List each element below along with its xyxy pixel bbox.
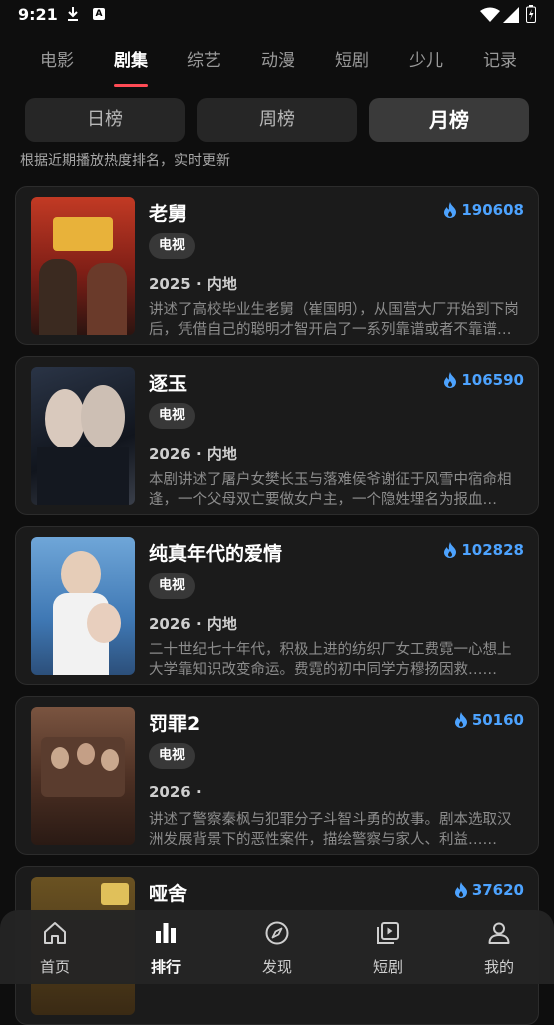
flame-icon (444, 202, 457, 218)
year-region: 2025 · 内地 (149, 275, 237, 293)
status-bar: 9:21 A (0, 0, 554, 30)
item-description: 讲述了警察秦枫与犯罪分子斗智斗勇的故事。剧本选取汉洲发展背景下的恶性案件，描绘警… (149, 812, 512, 848)
item-title: 罚罪2 (149, 713, 201, 735)
ranking-card[interactable]: 罚罪2 50160 电视 2026 · 讲述了警察秦枫与犯罪分子斗智斗勇的故事。… (15, 696, 539, 855)
heat-value: 37620 (471, 881, 524, 899)
signal-icon (503, 7, 519, 23)
tab-variety[interactable]: 综艺 (174, 46, 234, 71)
tab-short-drama[interactable]: 短剧 (322, 46, 382, 71)
active-tab-indicator (114, 84, 148, 87)
ranking-card[interactable]: 逐玉 106590 电视 2026 · 内地 本剧讲述了屠户女樊长玉与落难侯爷谢… (15, 356, 539, 515)
tab-kids[interactable]: 少儿 (396, 46, 456, 71)
nav-home[interactable]: 首页 (0, 910, 110, 984)
wifi-icon (480, 7, 500, 22)
tab-series[interactable]: 剧集 (101, 46, 161, 71)
compass-icon (265, 921, 289, 945)
nav-short-drama[interactable]: 短剧 (333, 910, 443, 984)
nav-profile[interactable]: 我的 (444, 910, 554, 984)
item-description: 二十世纪七十年代，积极上进的纺织厂女工费霓一心想上大学靠知识改变命运。费霓的初中… (149, 642, 512, 678)
home-icon (44, 922, 66, 944)
type-tag: 电视 (149, 233, 196, 259)
poster-image[interactable] (31, 537, 135, 675)
nav-discover-label: 发现 (261, 958, 292, 976)
heat-score: 190608 (443, 201, 524, 219)
heat-score: 50160 (454, 711, 524, 729)
nav-short-drama-label: 短剧 (372, 958, 403, 976)
video-play-icon (377, 922, 399, 944)
period-weekly-button[interactable]: 周榜 (197, 98, 357, 142)
battery-icon (526, 5, 536, 23)
year-region: 2026 · 内地 (149, 615, 237, 633)
bottom-nav: 首页 排行 发现 短剧 我的 (0, 910, 554, 984)
poster-image[interactable] (31, 367, 135, 505)
type-tag: 电视 (149, 403, 196, 429)
nav-ranking[interactable]: 排行 (111, 910, 221, 984)
flame-icon (454, 712, 467, 728)
type-tag: 电视 (149, 743, 196, 769)
heat-value: 106590 (461, 371, 524, 389)
notification-a-icon: A (93, 8, 105, 20)
poster-image[interactable] (31, 197, 135, 335)
item-title: 逐玉 (149, 373, 188, 395)
tab-documentary[interactable]: 记录 (470, 46, 530, 71)
ranking-card[interactable]: 老舅 190608 电视 2025 · 内地 讲述了高校毕业生老舅（崔国明），从… (15, 186, 539, 345)
period-monthly-button[interactable]: 月榜 (369, 98, 529, 142)
tab-movies[interactable]: 电影 (27, 46, 87, 71)
tab-anime[interactable]: 动漫 (248, 46, 308, 71)
heat-score: 37620 (454, 881, 524, 899)
period-daily-button[interactable]: 日榜 (25, 98, 185, 142)
heat-value: 190608 (461, 201, 524, 219)
flame-icon (444, 542, 457, 558)
heat-value: 50160 (471, 711, 524, 729)
year-region: 2026 · (149, 783, 202, 801)
bar-chart-icon (156, 923, 176, 943)
item-description: 本剧讲述了屠户女樊长玉与落难侯爷谢征于风雪中宿命相逢，一个父母双亡要做女户主，一… (149, 472, 512, 508)
nav-ranking-label: 排行 (150, 958, 181, 976)
year-region: 2026 · 内地 (149, 445, 237, 463)
item-title: 哑舍 (149, 883, 188, 905)
nav-profile-label: 我的 (483, 958, 514, 976)
flame-icon (454, 882, 467, 898)
heat-score: 106590 (443, 371, 524, 389)
status-time: 9:21 (18, 5, 58, 24)
category-tabs: 电影 剧集 综艺 动漫 短剧 少儿 记录 (0, 38, 554, 88)
nav-home-label: 首页 (39, 958, 70, 976)
heat-score: 102828 (443, 541, 524, 559)
type-tag: 电视 (149, 573, 196, 599)
item-title: 纯真年代的爱情 (149, 543, 283, 565)
ranking-card[interactable]: 纯真年代的爱情 102828 电视 2026 · 内地 二十世纪七十年代，积极上… (15, 526, 539, 685)
flame-icon (444, 372, 457, 388)
user-icon (488, 922, 510, 944)
ranking-subtitle: 根据近期播放热度排名，实时更新 (20, 153, 230, 169)
item-title: 老舅 (149, 203, 188, 225)
item-description: 讲述了高校毕业生老舅（崔国明），从国营大厂开始到下岗后，凭借自己的聪明才智开启了… (149, 302, 519, 338)
poster-image[interactable] (31, 707, 135, 845)
heat-value: 102828 (461, 541, 524, 559)
nav-discover[interactable]: 发现 (222, 910, 332, 984)
download-icon (68, 7, 78, 21)
